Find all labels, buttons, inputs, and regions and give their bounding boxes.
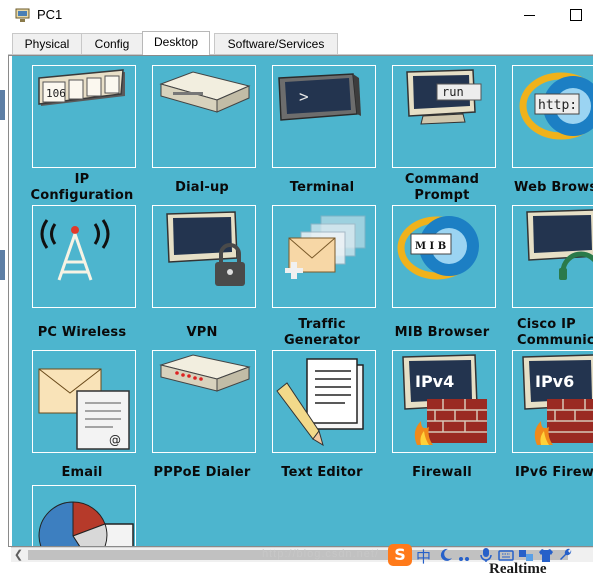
microphone-icon[interactable] (478, 547, 494, 563)
toolbox-icon[interactable] (518, 547, 534, 563)
cisco-ip-communicator-icon (526, 209, 593, 280)
svg-text:>: > (299, 87, 309, 106)
app-dial-up[interactable] (152, 65, 256, 168)
sogou-logo-icon[interactable]: S (388, 544, 412, 566)
app-label-ipv6-firewall: IPv6 Firewa (515, 465, 593, 480)
watermark: http://blog.csdn.net/ (262, 548, 380, 560)
app-text-editor[interactable] (272, 350, 376, 453)
pc1-window: PC1 Physical Config Desktop Software/Ser… (0, 0, 593, 577)
app-label-cisco-ip-communicator: Cisco IP Communica (517, 317, 593, 348)
app-ip-configuration[interactable]: 106 (32, 65, 136, 168)
mib-browser-icon: M I B (397, 216, 479, 280)
app-label-command-prompt: Command Prompt (404, 172, 480, 203)
app-label-vpn: VPN (186, 325, 218, 340)
ime-toolbar: S 中 (386, 543, 593, 567)
ip-configuration-icon: 106 (38, 69, 125, 106)
tab-config[interactable]: Config (81, 33, 143, 54)
app-pppoe-dialer[interactable] (152, 350, 256, 453)
email-icon: @ (38, 368, 130, 450)
keyboard-icon[interactable] (498, 547, 514, 563)
app-cisco-ip-communicator[interactable] (512, 205, 593, 308)
svg-text:106: 106 (46, 87, 66, 100)
app-label-mib-browser: MIB Browser (394, 325, 490, 340)
ipv6-firewall-icon: IPv6 (522, 354, 593, 445)
tab-software-services[interactable]: Software/Services (214, 33, 338, 54)
svg-text:http:: http: (538, 98, 577, 113)
dial-up-icon (159, 71, 251, 113)
app-label-traffic-generator: Traffic Generator (283, 317, 361, 348)
app-web-browser[interactable]: http: (512, 65, 593, 168)
pppoe-dialer-icon (159, 354, 251, 392)
app-command-prompt[interactable]: run (392, 65, 496, 168)
ime-chinese-mode[interactable]: 中 (416, 546, 431, 567)
minimize-button[interactable] (520, 6, 540, 24)
svg-text:IPv6: IPv6 (535, 372, 574, 391)
firewall-icon: IPv4 (402, 354, 487, 445)
app-pc-wireless[interactable] (32, 205, 136, 308)
packet-tracer-icon (14, 6, 32, 24)
app-vpn[interactable] (152, 205, 256, 308)
svg-text:@: @ (109, 433, 121, 447)
app-firewall[interactable]: IPv4 (392, 350, 496, 453)
svg-text:run: run (442, 85, 464, 99)
maximize-button[interactable] (566, 6, 586, 24)
app-label-text-editor: Text Editor (281, 465, 363, 480)
app-label-ip-configuration: IP Configuration (30, 172, 134, 203)
tab-desktop[interactable]: Desktop (142, 31, 210, 55)
punctuation-icon[interactable] (456, 547, 472, 563)
svg-text:IPv4: IPv4 (415, 372, 454, 391)
app-label-firewall: Firewall (412, 465, 472, 480)
pie-chart-icon (38, 501, 134, 546)
half-width-moon-icon[interactable] (438, 547, 454, 563)
app-pie-chart[interactable] (32, 485, 136, 546)
title-bar: PC1 (0, 0, 593, 30)
app-label-dial-up: Dial-up (175, 180, 229, 195)
svg-text:M I B: M I B (415, 241, 446, 252)
background-window-edge (0, 90, 8, 310)
traffic-generator-icon (285, 215, 366, 279)
app-label-terminal: Terminal (289, 180, 355, 195)
window-title: PC1 (37, 7, 63, 22)
scroll-left-arrow-icon[interactable]: ❮ (11, 548, 26, 562)
terminal-icon: > (278, 73, 361, 121)
desktop-panel: 106 IP Configuration Dial-up > Terminal … (8, 55, 593, 547)
app-mib-browser[interactable]: M I B (392, 205, 496, 308)
vpn-icon (166, 211, 245, 286)
skin-shirt-icon[interactable] (538, 547, 554, 563)
app-ipv6-firewall[interactable]: IPv6 (512, 350, 593, 453)
pc-wireless-icon (40, 219, 110, 281)
web-browser-icon: http: (519, 72, 593, 140)
tab-physical[interactable]: Physical (12, 33, 82, 54)
wrench-icon[interactable] (558, 547, 574, 563)
app-label-pc-wireless: PC Wireless (37, 325, 127, 340)
app-label-email: Email (61, 465, 103, 480)
command-prompt-icon: run (406, 69, 482, 125)
app-label-web-browser: Web Brows (514, 180, 593, 195)
tab-bar: Physical Config Desktop Software/Service… (8, 31, 593, 55)
desktop-area: 106 IP Configuration Dial-up > Terminal … (12, 56, 593, 546)
app-label-pppoe-dialer: PPPoE Dialer (153, 465, 251, 480)
text-editor-icon (276, 358, 364, 447)
app-traffic-generator[interactable] (272, 205, 376, 308)
app-email[interactable]: @ (32, 350, 136, 453)
app-terminal[interactable]: > (272, 65, 376, 168)
